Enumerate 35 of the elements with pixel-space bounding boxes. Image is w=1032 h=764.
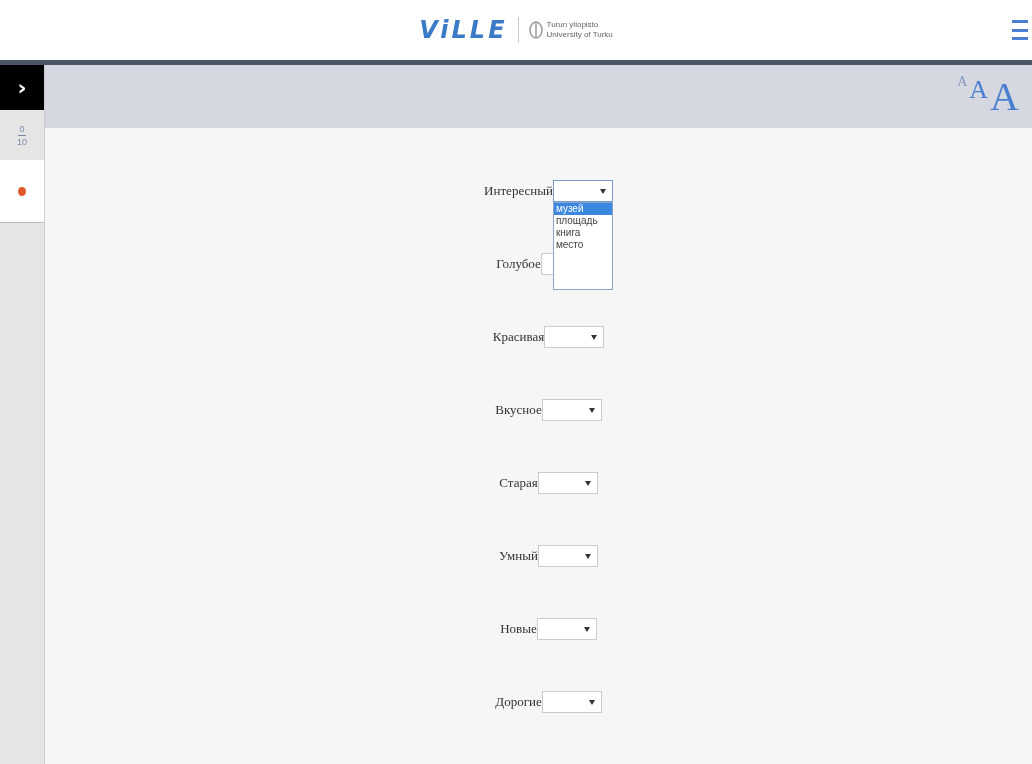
dropdown-option[interactable]: площадь xyxy=(553,215,612,227)
university-emblem-icon xyxy=(528,21,543,39)
university-name-fi: Turun yliopisto xyxy=(546,20,600,30)
answer-dropdown[interactable] xyxy=(537,545,598,567)
dropdown-option[interactable]: место xyxy=(553,239,612,251)
score-total: 10 xyxy=(16,135,28,148)
answer-dropdown[interactable] xyxy=(541,691,602,713)
question-label: Новые xyxy=(500,621,537,637)
caret-icon xyxy=(588,407,595,413)
answer-dropdown[interactable] xyxy=(536,618,597,640)
answer-dropdown[interactable] xyxy=(552,180,613,202)
sidebar-toggle-button[interactable]: › xyxy=(0,65,44,110)
question-label: Вкусное xyxy=(495,402,542,418)
question-label: Умный xyxy=(499,548,538,564)
status-dot[interactable] xyxy=(18,186,26,196)
university-name-en: University of Turku xyxy=(546,30,613,40)
question-label: Голубое xyxy=(496,256,541,272)
question-label: Интересный xyxy=(484,183,553,199)
caret-icon xyxy=(584,480,591,486)
caret-icon xyxy=(588,699,595,705)
caret-icon xyxy=(584,553,591,559)
dropdown-option[interactable]: музей xyxy=(553,203,612,215)
question-label: Старая xyxy=(499,475,538,491)
caret-icon xyxy=(591,334,598,340)
dropdown-option[interactable]: книга xyxy=(553,227,612,239)
answer-dropdown[interactable] xyxy=(537,472,598,494)
menu-icon[interactable] xyxy=(1012,20,1028,40)
score-value: 0 xyxy=(18,122,26,136)
ville-logo: ViLLE xyxy=(419,16,508,44)
caret-icon xyxy=(599,188,606,194)
question-label: Красивая xyxy=(492,329,545,345)
question-label: Дорогие xyxy=(495,694,542,710)
answer-dropdown[interactable] xyxy=(541,399,602,421)
caret-icon xyxy=(583,626,590,632)
answer-dropdown[interactable] xyxy=(544,326,605,348)
